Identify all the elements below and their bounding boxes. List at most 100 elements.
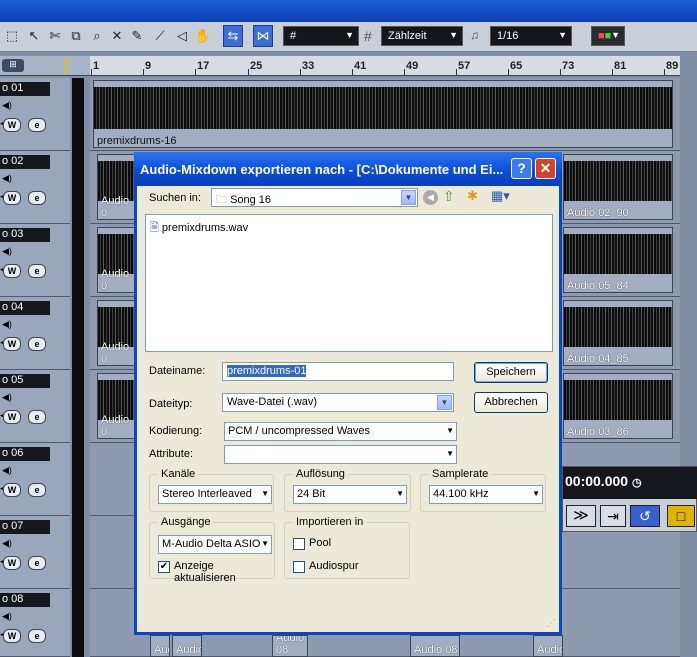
fast-forward-button[interactable]: ≫ <box>566 505 596 527</box>
go-to-end-button[interactable]: ⇥ <box>600 505 626 527</box>
edit-button[interactable]: e <box>28 337 46 351</box>
write-button[interactable]: W <box>3 191 21 205</box>
write-button[interactable]: W <box>3 410 21 424</box>
cycle-button[interactable]: ↺ <box>630 505 660 527</box>
speaker-icon[interactable]: ◀) <box>2 246 16 258</box>
speaker-tool-icon[interactable]: ◁ <box>172 25 192 47</box>
filename-field[interactable]: premixdrums-01 <box>222 362 454 381</box>
audiotrack-checkbox[interactable] <box>293 561 305 573</box>
track-header[interactable]: o 03◀)◀We <box>0 224 70 297</box>
audio-clip[interactable]: Audio <box>150 635 170 657</box>
pool-checkbox[interactable] <box>293 538 305 550</box>
speaker-icon[interactable]: ◀) <box>2 465 16 477</box>
resolution-select[interactable]: 24 Bit ▼ <box>293 485 407 504</box>
edit-button[interactable]: e <box>28 556 46 570</box>
write-button[interactable]: W <box>3 483 21 497</box>
write-button[interactable]: W <box>3 337 21 351</box>
track-header[interactable]: o 07◀)◀We <box>0 516 70 589</box>
track-header[interactable]: o 06◀)◀We <box>0 443 70 516</box>
object-select-icon[interactable]: ⬚ <box>2 25 22 47</box>
track-name[interactable]: o 08 <box>0 593 50 607</box>
audio-clip[interactable]: Audio 04_85 <box>563 300 673 366</box>
pencil-icon[interactable]: ✎ <box>127 25 147 47</box>
line-tool-icon[interactable]: ⟋ <box>150 25 170 47</box>
track-name[interactable]: o 07 <box>0 520 50 534</box>
hand-tool-icon[interactable]: ✋ <box>193 25 213 47</box>
speaker-icon[interactable]: ◀) <box>2 538 16 550</box>
audio-clip[interactable]: Audio <box>533 635 563 657</box>
track-name[interactable]: o 01 <box>0 82 50 96</box>
channels-select[interactable]: Stereo Interleaved ▼ <box>158 485 272 504</box>
speaker-icon[interactable]: ◀) <box>2 173 16 185</box>
track-header[interactable]: o 05◀)◀We <box>0 370 70 443</box>
resize-grip-icon[interactable]: ⋰ <box>546 618 556 629</box>
refresh-checkbox[interactable]: ✔ <box>158 561 170 573</box>
snap-mode-select[interactable]: # ▼ <box>283 26 359 46</box>
new-folder-icon[interactable]: ✱ <box>467 188 478 204</box>
outputs-select[interactable]: M-Audio Delta ASIO ▼ <box>158 535 272 554</box>
erase-icon[interactable]: ✕ <box>107 25 127 47</box>
scissors-icon[interactable]: ✄ <box>45 25 65 47</box>
audio-clip[interactable]: Audio 0 <box>97 300 137 366</box>
color-select[interactable]: ■■ ▼ <box>591 26 625 46</box>
track-name[interactable]: o 02 <box>0 155 50 169</box>
snap-icon[interactable]: ⋈ <box>253 25 273 47</box>
edit-button[interactable]: e <box>28 264 46 278</box>
track-header[interactable]: o 04◀)◀We <box>0 297 70 370</box>
cancel-button[interactable]: Abbrechen <box>474 392 548 413</box>
track-name[interactable]: o 04 <box>0 301 50 315</box>
audio-clip[interactable]: premixdrums-16 <box>93 80 673 148</box>
help-button[interactable]: ? <box>511 158 532 179</box>
write-button[interactable]: W <box>3 556 21 570</box>
attribute-select[interactable]: ▼ <box>224 445 457 464</box>
view-menu-icon[interactable]: ▦▾ <box>491 188 510 204</box>
up-folder-icon[interactable]: ⇧ <box>443 188 455 205</box>
audio-clip[interactable]: Audio 08 <box>410 635 460 657</box>
autoscroll-icon[interactable]: ⇆ <box>223 25 243 47</box>
track-name[interactable]: o 06 <box>0 447 50 461</box>
audio-clip[interactable]: Audio <box>172 635 202 657</box>
stop-button[interactable]: □ <box>667 505 695 527</box>
track-list-toggle-icon[interactable]: ⊞ <box>2 59 24 72</box>
search-in-select[interactable]: 🗀 Song 16 ▼ <box>211 188 418 207</box>
edit-button[interactable]: e <box>28 410 46 424</box>
write-button[interactable]: W <box>3 118 21 132</box>
file-list[interactable]: 🗎 premixdrums.wav <box>145 214 553 352</box>
write-button[interactable]: W <box>3 629 21 643</box>
range-select-icon[interactable]: ↖ <box>24 25 44 47</box>
edit-button[interactable]: e <box>28 483 46 497</box>
speaker-icon[interactable]: ◀) <box>2 319 16 331</box>
track-header[interactable]: o 08◀)◀We <box>0 589 70 657</box>
audio-clip[interactable]: Audio 0 <box>97 154 137 220</box>
track-header[interactable]: o 02◀)◀We <box>0 151 70 224</box>
zoom-icon[interactable]: ⌕ <box>87 25 107 47</box>
back-icon[interactable]: ◀ <box>423 190 438 205</box>
audio-clip[interactable]: Audio 05_84 <box>563 227 673 293</box>
list-item[interactable]: 🗎 premixdrums.wav <box>150 219 248 238</box>
grid-type-select[interactable]: Zählzeit ▼ <box>381 26 463 46</box>
track-header[interactable]: o 01◀)◀We <box>0 78 70 151</box>
timeline-ruler[interactable]: 1 9 17 25 33 41 49 57 65 73 81 89 <box>90 56 680 76</box>
audio-clip[interactable]: Audio 0 <box>97 373 137 439</box>
track-name[interactable]: o 05 <box>0 374 50 388</box>
audio-clip[interactable]: Audio 03_86 <box>563 373 673 439</box>
encoding-select[interactable]: PCM / uncompressed Waves ▼ <box>224 422 457 441</box>
close-button[interactable]: ✕ <box>535 158 556 179</box>
audio-clip[interactable]: Audio 0 <box>97 227 137 293</box>
edit-button[interactable]: e <box>28 118 46 132</box>
speaker-icon[interactable]: ◀) <box>2 392 16 404</box>
edit-button[interactable]: e <box>28 629 46 643</box>
save-button[interactable]: Speichern <box>474 362 548 383</box>
glue-icon[interactable]: ⧉ <box>66 25 86 47</box>
ruler-tick <box>508 69 509 75</box>
audio-clip[interactable]: Audio 08 <box>272 635 308 657</box>
speaker-icon[interactable]: ◀) <box>2 100 16 112</box>
speaker-icon[interactable]: ◀) <box>2 611 16 623</box>
write-button[interactable]: W <box>3 264 21 278</box>
edit-button[interactable]: e <box>28 191 46 205</box>
samplerate-select[interactable]: 44.100 kHz ▼ <box>429 485 543 504</box>
audio-clip[interactable]: Audio 02_90 <box>563 154 673 220</box>
filetype-select[interactable]: Wave-Datei (.wav) ▼ <box>222 393 454 412</box>
track-name[interactable]: o 03 <box>0 228 50 242</box>
quantize-select[interactable]: 1/16 ▼ <box>490 26 572 46</box>
